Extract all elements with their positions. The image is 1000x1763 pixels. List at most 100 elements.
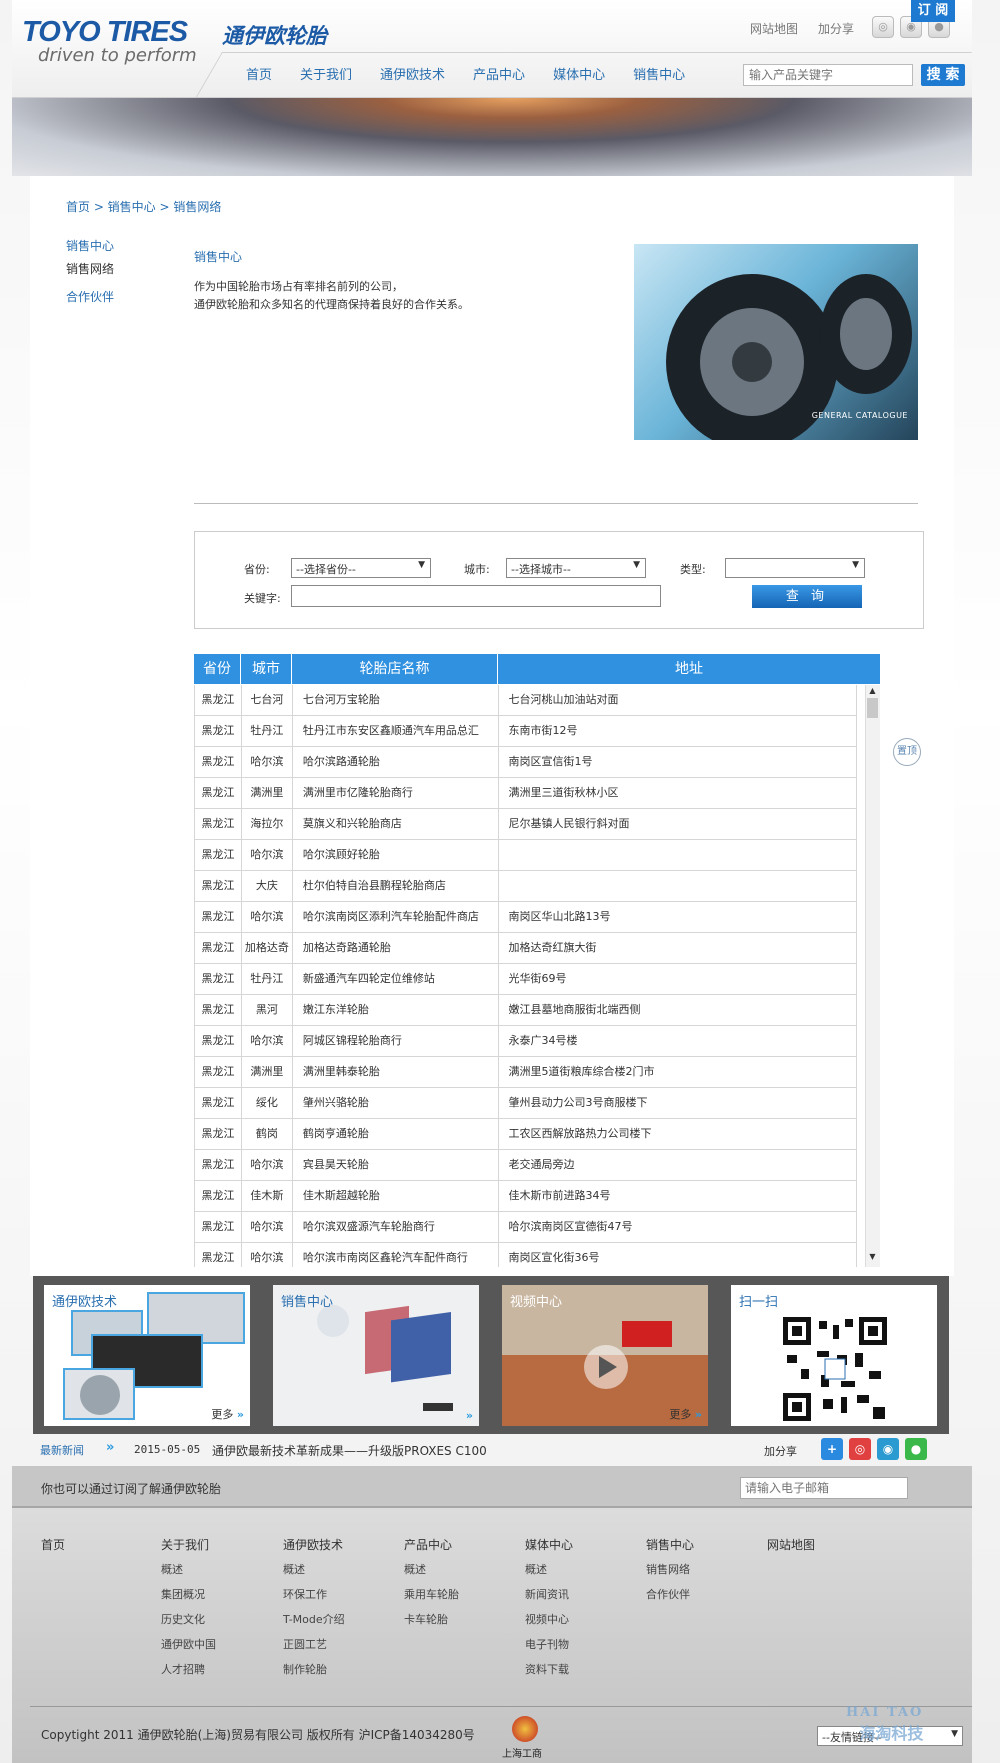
cell-province: 黑龙江 (195, 809, 242, 839)
sidebar-item-sales-network[interactable]: 销售网络 (66, 260, 114, 277)
search-input[interactable] (743, 64, 913, 86)
tile-video-more[interactable]: 更多 » (669, 1406, 702, 1422)
nav-technology[interactable]: 通伊欧技术 (380, 64, 445, 83)
footer-link[interactable]: 人才招聘 (161, 1661, 216, 1677)
cell-province: 黑龙江 (195, 995, 242, 1025)
footer-link[interactable]: 正圆工艺 (283, 1636, 345, 1652)
cell-province: 黑龙江 (195, 778, 242, 808)
sidebar-item-sales-center[interactable]: 销售中心 (66, 237, 114, 254)
cell-address: 佳木斯市前进路34号 (499, 1181, 857, 1211)
cell-province: 黑龙江 (195, 1026, 242, 1056)
footer-heading-link[interactable]: 媒体中心 (525, 1536, 573, 1553)
cell-shop-name: 杜尔伯特自治县鹏程轮胎商店 (293, 871, 499, 901)
footer-link[interactable]: 新闻资讯 (525, 1586, 573, 1602)
scroll-up-icon[interactable]: ▲ (865, 686, 880, 695)
scroll-down-icon[interactable]: ▼ (865, 1252, 880, 1261)
cell-city: 黑河 (242, 995, 293, 1025)
footer-link[interactable]: 历史文化 (161, 1611, 216, 1627)
cell-city: 哈尔滨 (242, 840, 293, 870)
back-to-top-button[interactable]: 置顶 (893, 738, 921, 766)
header-shop-name: 轮胎店名称 (292, 654, 498, 684)
footer-heading-link[interactable]: 通伊欧技术 (283, 1536, 345, 1553)
keyword-label: 关键字: (244, 592, 281, 605)
tile-sales-more[interactable]: » (466, 1409, 473, 1422)
email-input[interactable] (740, 1477, 908, 1499)
share-link[interactable]: 加分享 (818, 22, 854, 36)
share-wechat-icon[interactable]: ● (905, 1438, 927, 1460)
footer-link[interactable]: 制作轮胎 (283, 1661, 345, 1677)
footer-link[interactable]: 环保工作 (283, 1586, 345, 1602)
weibo-icon[interactable]: ◎ (872, 16, 894, 38)
sitemap-link[interactable]: 网站地图 (750, 22, 798, 36)
share-weibo-icon[interactable]: ◎ (849, 1438, 871, 1460)
cell-shop-name: 哈尔滨双盛源汽车轮胎商行 (293, 1212, 499, 1242)
tile-technology-title: 通伊欧技术 (52, 1295, 118, 1310)
keyword-input[interactable] (291, 585, 661, 607)
nav-home[interactable]: 首页 (246, 64, 272, 83)
subscribe-text: 你也可以通过订阅了解通伊欧轮胎 (41, 1482, 222, 1496)
footer-link[interactable]: 通伊欧中国 (161, 1636, 216, 1652)
footer-link[interactable]: 视频中心 (525, 1611, 573, 1627)
footer-heading-link[interactable]: 首页 (41, 1536, 65, 1553)
footer-heading-link[interactable]: 产品中心 (404, 1536, 459, 1553)
double-chevron-icon: » (236, 1408, 244, 1421)
tile-technology[interactable]: 通伊欧技术 更多 » (44, 1285, 250, 1426)
cell-province: 黑龙江 (195, 871, 242, 901)
cell-shop-name: 七台河万宝轮胎 (293, 685, 499, 715)
police-emblem-icon[interactable] (512, 1716, 538, 1742)
cell-address: 老交通局旁边 (499, 1150, 857, 1180)
sidebar-item-partners[interactable]: 合作伙伴 (66, 288, 114, 305)
share-tencent-icon[interactable]: ◉ (877, 1438, 899, 1460)
cell-shop-name: 肇州兴骆轮胎 (293, 1088, 499, 1118)
type-select[interactable]: ▼ (725, 558, 865, 578)
scroll-thumb[interactable] (867, 698, 878, 718)
cell-shop-name: 哈尔滨南岗区添利汽车轮胎配件商店 (293, 902, 499, 932)
breadcrumb[interactable]: 首页 > 销售中心 > 销售网络 (66, 198, 221, 215)
footer-link[interactable]: 合作伙伴 (646, 1586, 694, 1602)
nav-sales[interactable]: 销售中心 (633, 64, 685, 83)
cell-province: 黑龙江 (195, 1243, 242, 1267)
footer-link[interactable]: 乘用车轮胎 (404, 1586, 459, 1602)
filter-box (194, 531, 924, 629)
cell-shop-name: 佳木斯超越轮胎 (293, 1181, 499, 1211)
footer-link[interactable]: 集团概况 (161, 1586, 216, 1602)
logo-chinese[interactable]: 通伊欧轮胎 (222, 20, 327, 50)
nav-media[interactable]: 媒体中心 (553, 64, 605, 83)
footer-link[interactable]: 概述 (525, 1561, 573, 1577)
main-nav: 首页 关于我们 通伊欧技术 产品中心 媒体中心 销售中心 (246, 64, 713, 83)
tile-sales[interactable]: 销售中心 » (273, 1285, 479, 1426)
footer-link[interactable]: 销售网络 (646, 1561, 694, 1577)
query-button[interactable]: 查 询 (752, 585, 862, 608)
footer-link[interactable]: 概述 (161, 1561, 216, 1577)
province-select[interactable]: --选择省份-- ▼ (291, 558, 431, 578)
tile-scan[interactable]: 扫一扫 (731, 1285, 937, 1426)
cell-province: 黑龙江 (195, 840, 242, 870)
footer-link[interactable]: 卡车轮胎 (404, 1611, 459, 1627)
footer-link[interactable]: 资料下载 (525, 1661, 573, 1677)
cell-city: 哈尔滨 (242, 902, 293, 932)
share-plus-icon[interactable]: + (821, 1438, 843, 1460)
news-headline-link[interactable]: 通伊欧最新技术革新成果——升级版PROXES C100 (212, 1442, 487, 1459)
footer-heading-link[interactable]: 销售中心 (646, 1536, 694, 1553)
subscribe-button[interactable]: 订 阅 (911, 0, 955, 22)
footer-heading-link[interactable]: 网站地图 (767, 1536, 815, 1553)
news-date: 2015-05-05 (134, 1443, 201, 1456)
qr-code-icon (781, 1315, 889, 1423)
table-row: 黑龙江 鹤岗 鹤岗亨通轮胎 工农区西解放路热力公司楼下 (194, 1119, 857, 1150)
tile-technology-more[interactable]: 更多 » (211, 1406, 244, 1422)
footer-link[interactable]: 概述 (283, 1561, 345, 1577)
table-row: 黑龙江 哈尔滨 哈尔滨南岗区添利汽车轮胎配件商店 南岗区华山北路13号 (194, 902, 857, 933)
footer-link[interactable]: 概述 (404, 1561, 459, 1577)
tile-video[interactable]: 视频中心 更多 » (502, 1285, 708, 1426)
city-select[interactable]: --选择城市-- ▼ (506, 558, 646, 578)
footer-heading-link[interactable]: 关于我们 (161, 1536, 216, 1553)
cell-province: 黑龙江 (195, 933, 242, 963)
cell-province: 黑龙江 (195, 1119, 242, 1149)
search-button[interactable]: 搜 索 (921, 64, 965, 86)
nav-about[interactable]: 关于我们 (300, 64, 352, 83)
footer-link[interactable]: T-Mode介绍 (283, 1611, 345, 1627)
catalog-image[interactable]: GENERAL CATALOGUE (634, 244, 918, 440)
nav-products[interactable]: 产品中心 (473, 64, 525, 83)
table-scrollbar[interactable] (865, 685, 880, 1267)
footer-link[interactable]: 电子刊物 (525, 1636, 573, 1652)
